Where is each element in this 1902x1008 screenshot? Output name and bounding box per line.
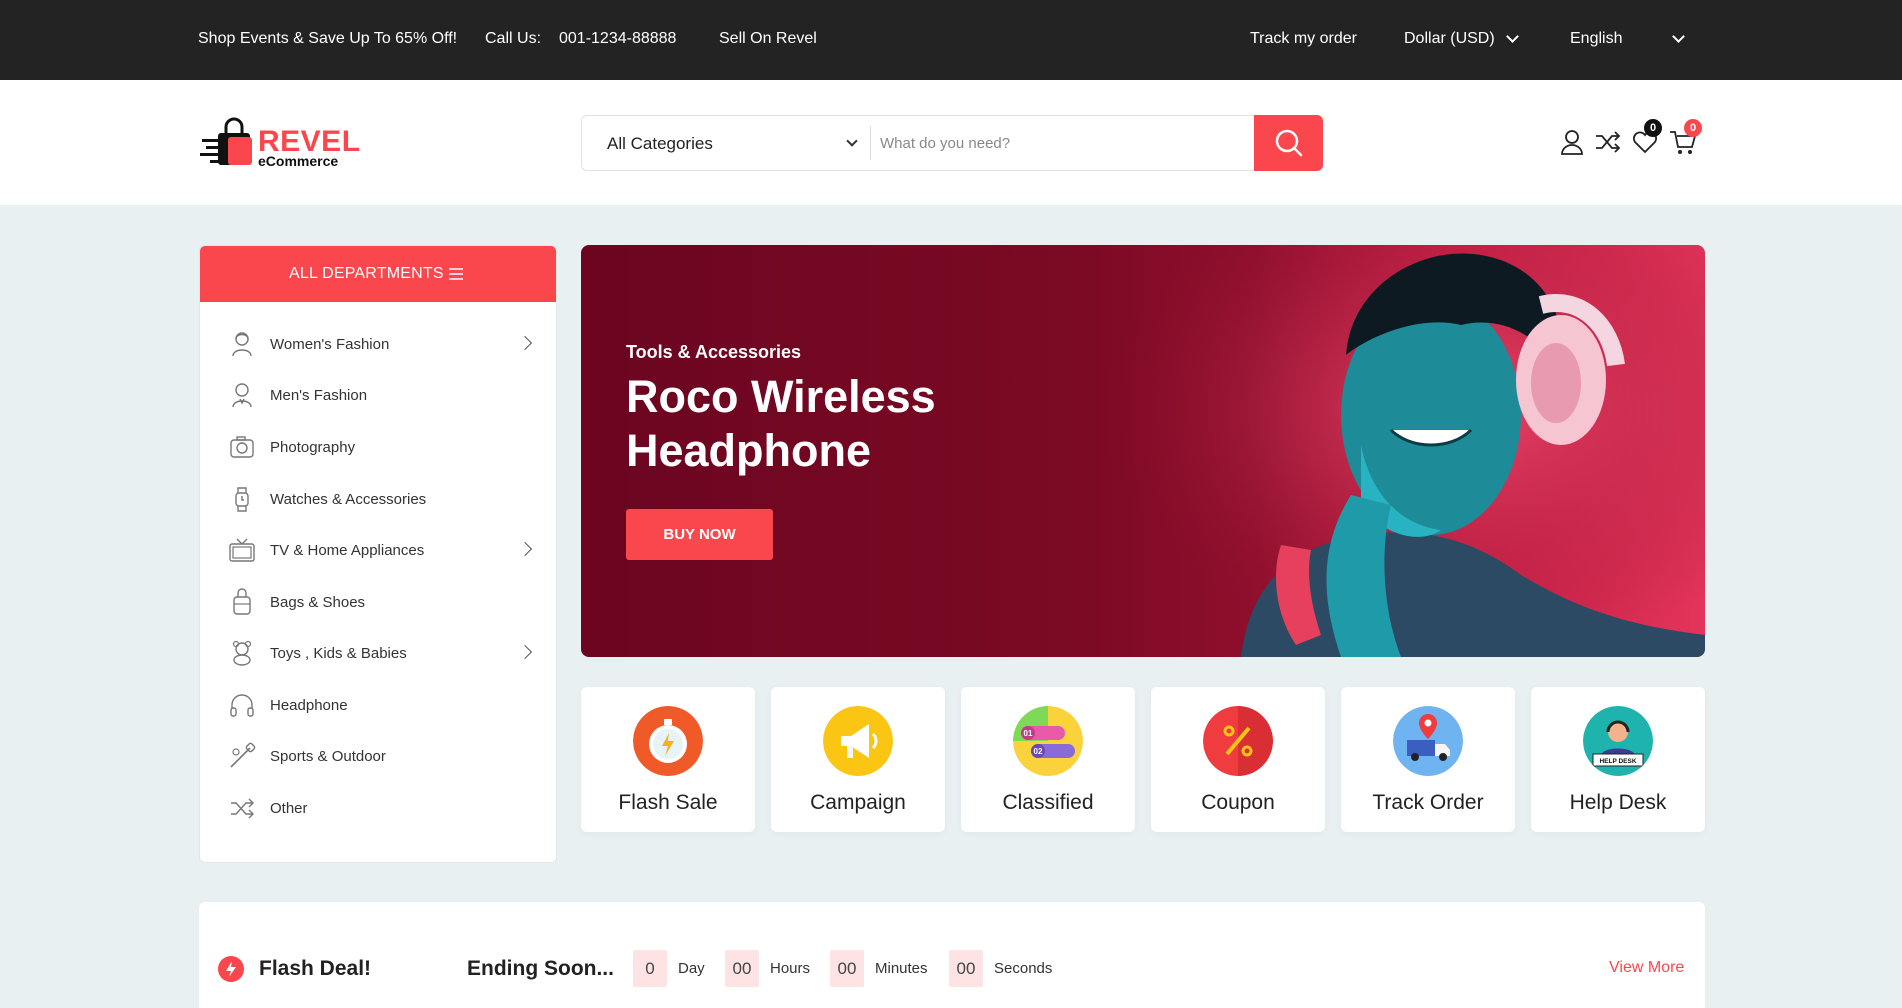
countdown-seconds-label: Seconds	[994, 960, 1053, 977]
sidebar-item-headphone[interactable]: Headphone	[200, 685, 556, 725]
chevron-right-icon	[517, 541, 533, 557]
phone-number[interactable]: 001-1234-88888	[559, 30, 676, 48]
logo[interactable]: REVEL eCommerce	[200, 117, 360, 172]
search-input[interactable]	[872, 126, 1252, 160]
top-bar: Shop Events & Save Up To 65% Off! Call U…	[0, 0, 1902, 80]
percent-icon	[1203, 706, 1273, 776]
megaphone-icon	[823, 706, 893, 776]
cart-count-badge: 0	[1684, 119, 1702, 137]
sidebar-item-watches[interactable]: Watches & Accessories	[200, 479, 556, 519]
language-select[interactable]: English	[1570, 30, 1622, 48]
sidebar-item-bags-shoes[interactable]: Bags & Shoes	[200, 582, 556, 622]
header: REVEL eCommerce All Categories 0 0	[0, 80, 1902, 205]
sidebar-item-other[interactable]: Other	[200, 788, 556, 828]
stopwatch-icon	[633, 706, 703, 776]
search-button[interactable]	[1254, 115, 1323, 171]
sidebar-item-photography[interactable]: Photography	[200, 427, 556, 467]
feature-classified[interactable]: 01 02 Classified	[961, 687, 1135, 832]
chevron-down-icon[interactable]	[1506, 30, 1519, 43]
watch-icon	[235, 487, 249, 512]
departments-title: ALL DEPARTMENTS	[289, 265, 444, 282]
promo-text: Shop Events & Save Up To 65% Off!	[198, 30, 458, 47]
sidebar-item-tv-home[interactable]: TV & Home Appliances	[200, 530, 556, 570]
delivery-truck-icon	[1393, 706, 1463, 776]
search-bar: All Categories	[581, 115, 1323, 171]
countdown-minutes: 00	[830, 950, 864, 987]
feature-campaign[interactable]: Campaign	[771, 687, 945, 832]
track-order-link[interactable]: Track my order	[1250, 30, 1357, 48]
svg-text:02: 02	[1034, 747, 1043, 756]
wishlist-count-badge: 0	[1644, 119, 1662, 137]
countdown-days-label: Day	[678, 960, 705, 977]
buy-now-button[interactable]: BUY NOW	[626, 509, 773, 560]
feature-help-desk[interactable]: HELP DESK Help Desk	[1531, 687, 1705, 832]
sidebar-item-sports[interactable]: Sports & Outdoor	[200, 736, 556, 776]
sidebar-item-womens-fashion[interactable]: Women's Fashion	[200, 324, 556, 364]
countdown-hours: 00	[725, 950, 759, 987]
feature-flash-sale[interactable]: Flash Sale	[581, 687, 755, 832]
chevron-down-icon[interactable]	[1672, 30, 1685, 43]
headphone-icon	[230, 694, 254, 717]
view-more-link[interactable]: View More	[1609, 959, 1684, 977]
countdown-hours-label: Hours	[770, 960, 811, 977]
ending-soon-label: Ending Soon...	[467, 957, 614, 980]
flash-deal-title: Flash Deal!	[259, 957, 372, 980]
feature-track-order[interactable]: Track Order	[1341, 687, 1515, 832]
divider	[870, 126, 871, 160]
svg-text:01: 01	[1024, 729, 1033, 738]
hero-banner[interactable]: Tools & Accessories Roco Wireless Headph…	[581, 245, 1705, 657]
search-icon	[1275, 129, 1303, 157]
sidebar-item-mens-fashion[interactable]: Men's Fashion	[200, 375, 556, 415]
man-icon	[232, 383, 252, 408]
call-label: Call Us:	[485, 30, 542, 47]
flash-deal-section: Flash Deal! Ending Soon... 0 Day 00 Hour…	[199, 902, 1705, 1008]
banner-subtitle: Tools & Accessories	[626, 342, 802, 362]
departments-header[interactable]: ALL DEPARTMENTS	[200, 246, 556, 302]
countdown-minutes-label: Minutes	[875, 960, 928, 977]
bag-icon	[233, 588, 251, 615]
sports-icon	[230, 742, 256, 768]
countdown-days: 0	[633, 950, 667, 987]
countdown-seconds: 00	[949, 950, 983, 987]
currency-select[interactable]: Dollar (USD)	[1404, 30, 1495, 48]
menu-icon	[449, 268, 463, 280]
chevron-right-icon	[517, 644, 533, 660]
logo-subtitle: eCommerce	[258, 153, 339, 169]
headphone-model-image	[1101, 245, 1705, 657]
compare-icon[interactable]	[1593, 127, 1623, 157]
camera-icon	[230, 436, 254, 458]
departments-sidebar: ALL DEPARTMENTS Women's Fashion Men's Fa…	[199, 245, 557, 863]
sell-link[interactable]: Sell On Revel	[719, 30, 817, 48]
shuffle-icon	[231, 798, 254, 819]
woman-icon	[232, 332, 252, 357]
category-select[interactable]: All Categories	[582, 116, 870, 170]
lightning-icon	[218, 956, 244, 982]
chevron-down-icon	[846, 135, 858, 147]
svg-text:HELP DESK: HELP DESK	[1599, 758, 1636, 765]
tv-icon	[229, 538, 255, 562]
shopping-bag-icon	[200, 117, 252, 165]
chevron-right-icon	[517, 335, 533, 351]
user-icon[interactable]	[1557, 127, 1587, 157]
list-icon: 01 02	[1013, 706, 1083, 776]
help-desk-icon: HELP DESK	[1583, 706, 1653, 776]
teddy-bear-icon	[232, 640, 252, 666]
banner-title: Roco Wireless Headphone	[626, 371, 936, 476]
feature-coupon[interactable]: Coupon	[1151, 687, 1325, 832]
sidebar-item-toys-kids[interactable]: Toys , Kids & Babies	[200, 633, 556, 673]
